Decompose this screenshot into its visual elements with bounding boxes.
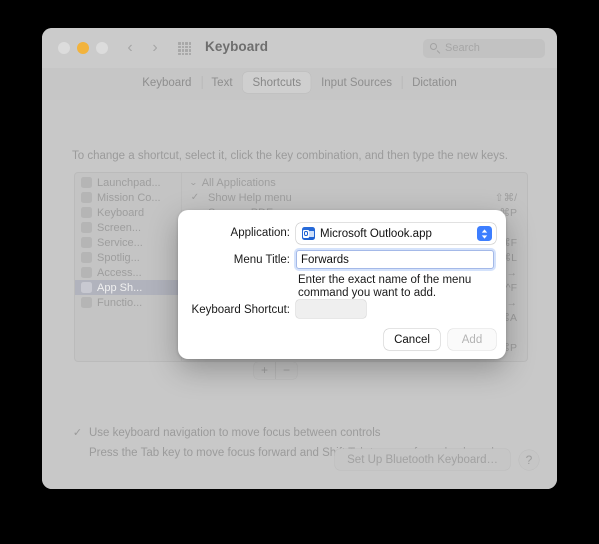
accessibility-icon	[81, 267, 92, 278]
sidebar-item-screenshots[interactable]: Screen...	[75, 220, 181, 235]
tab-dictation[interactable]: Dictation	[402, 72, 467, 93]
menu-title-help-text: Enter the exact name of the menu command…	[298, 274, 472, 299]
shortcut-categories-sidebar[interactable]: Launchpad... Mission Co... Keyboard Scre…	[75, 173, 182, 361]
app-shortcuts-icon	[81, 282, 92, 293]
tab-bar: Keyboard Text Shortcuts Input Sources Di…	[42, 68, 557, 100]
shortcut-group-header[interactable]: ⌄ All Applications	[182, 175, 527, 190]
sidebar-item-label: Access...	[97, 266, 142, 279]
add-button[interactable]: Add	[448, 329, 496, 350]
application-select[interactable]: Microsoft Outlook.app	[296, 223, 496, 244]
menu-title-label: Menu Title:	[233, 254, 290, 266]
sidebar-item-accessibility[interactable]: Access...	[75, 265, 181, 280]
add-app-shortcut-dialog: Application: Microsoft Outlook.app Menu …	[178, 210, 506, 359]
keyboard-navigation-checkbox[interactable]: ✓ Use keyboard navigation to move focus …	[72, 426, 381, 440]
minimize-window-button[interactable]	[77, 42, 89, 54]
chevron-down-icon[interactable]: ⌄	[189, 178, 198, 187]
cancel-button[interactable]: Cancel	[384, 329, 440, 350]
shortcut-group-label: All Applications	[201, 176, 276, 189]
sidebar-item-label: App Sh...	[97, 281, 143, 294]
show-all-grid-icon[interactable]	[178, 42, 191, 55]
sidebar-item-services[interactable]: Service...	[75, 235, 181, 250]
tab-shortcuts[interactable]: Shortcuts	[242, 72, 312, 93]
shortcut-key[interactable]: ^F	[506, 282, 527, 294]
keyboard-shortcut-label: Keyboard Shortcut:	[191, 304, 290, 316]
keyboard-navigation-label: Use keyboard navigation to move focus be…	[89, 426, 381, 439]
screenshot-icon	[81, 222, 92, 233]
keyboard-icon	[81, 207, 92, 218]
function-keys-icon	[81, 297, 92, 308]
window-titlebar: ‹ › Keyboard Search	[42, 28, 557, 69]
maximize-window-button[interactable]	[96, 42, 108, 54]
tab-text[interactable]: Text	[201, 72, 242, 93]
mission-control-icon	[81, 192, 92, 203]
sidebar-item-label: Functio...	[97, 296, 143, 309]
remove-shortcut-button[interactable]: −	[276, 362, 297, 379]
close-window-button[interactable]	[58, 42, 70, 54]
spotlight-icon	[81, 252, 92, 263]
sidebar-item-launchpad[interactable]: Launchpad...	[75, 175, 181, 190]
sidebar-item-keyboard[interactable]: Keyboard	[75, 205, 181, 220]
setup-bluetooth-keyboard-button[interactable]: Set Up Bluetooth Keyboard…	[335, 449, 510, 470]
page-title: Keyboard	[205, 39, 269, 54]
system-preferences-window: ‹ › Keyboard Search Keyboard Text Shortc…	[42, 28, 557, 489]
sidebar-item-label: Mission Co...	[97, 191, 161, 204]
tab-input-sources[interactable]: Input Sources	[311, 72, 402, 93]
hint-text: To change a shortcut, select it, click t…	[72, 150, 508, 162]
sidebar-item-label: Screen...	[97, 221, 142, 234]
check-icon: ✓	[72, 427, 83, 439]
keyboard-shortcut-recorder[interactable]	[296, 300, 366, 318]
application-label: Application:	[230, 227, 290, 239]
sidebar-item-mission-control[interactable]: Mission Co...	[75, 190, 181, 205]
shortcut-key[interactable]: ⇧⌘/	[495, 192, 527, 204]
services-icon	[81, 237, 92, 248]
launchpad-icon	[81, 177, 92, 188]
search-input[interactable]: Search	[423, 39, 545, 58]
help-button[interactable]: ?	[519, 450, 539, 470]
check-icon[interactable]: ✓	[182, 192, 208, 203]
application-selected-value: Microsoft Outlook.app	[320, 227, 432, 240]
tab-keyboard[interactable]: Keyboard	[132, 72, 201, 93]
sidebar-item-label: Service...	[97, 236, 143, 249]
table-row[interactable]: ✓ Show Help menu ⇧⌘/	[182, 190, 527, 205]
outlook-icon	[302, 227, 315, 240]
sidebar-item-label: Spotlig...	[97, 251, 140, 264]
sidebar-item-app-shortcuts[interactable]: App Sh...	[75, 280, 181, 295]
menu-title-input[interactable]	[296, 250, 494, 269]
back-button[interactable]: ‹	[122, 39, 138, 57]
search-icon	[430, 43, 441, 54]
search-placeholder: Search	[445, 42, 480, 54]
sidebar-item-label: Keyboard	[97, 206, 145, 219]
sidebar-item-label: Launchpad...	[97, 176, 161, 189]
chevron-up-down-icon[interactable]	[477, 226, 492, 241]
list-add-remove-controls[interactable]: + −	[254, 362, 297, 379]
forward-button[interactable]: ›	[147, 39, 163, 57]
screen: ‹ › Keyboard Search Keyboard Text Shortc…	[0, 0, 599, 544]
sidebar-item-spotlight[interactable]: Spotlig...	[75, 250, 181, 265]
sidebar-item-function-keys[interactable]: Functio...	[75, 295, 181, 310]
add-shortcut-button[interactable]: +	[254, 362, 276, 379]
shortcut-name: Show Help menu	[208, 191, 292, 204]
